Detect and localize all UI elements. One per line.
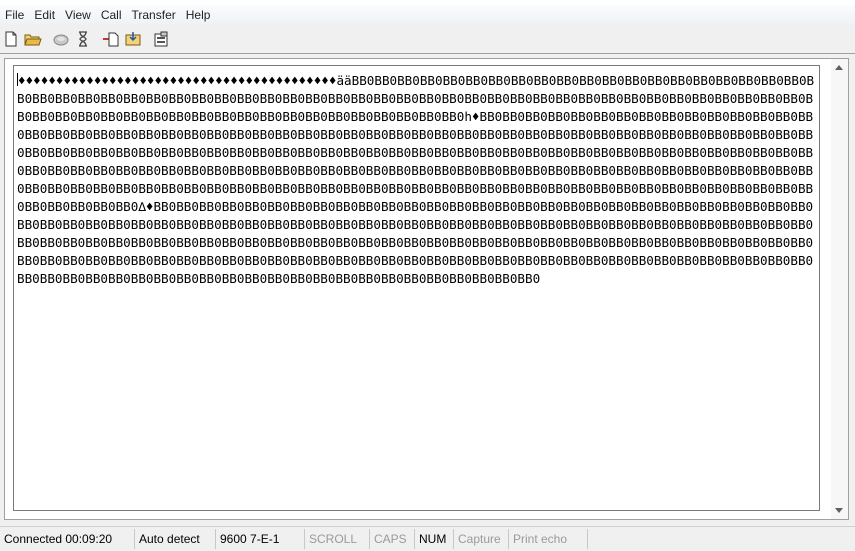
scroll-up-icon[interactable]	[835, 65, 843, 70]
menu-transfer[interactable]: Transfer	[127, 5, 181, 25]
open-folder-icon[interactable]	[22, 28, 44, 50]
menu-edit[interactable]: Edit	[29, 5, 60, 25]
scroll-down-icon[interactable]	[835, 508, 843, 513]
status-caps: CAPS	[370, 529, 415, 549]
terminal-output: ♦♦♦♦♦♦♦♦♦♦♦♦♦♦♦♦♦♦♦♦♦♦♦♦♦♦♦♦♦♦♦♦♦♦♦♦♦♦♦♦…	[14, 66, 819, 288]
status-connection: Connected 00:09:20	[0, 529, 135, 549]
new-file-icon[interactable]	[0, 28, 22, 50]
send-icon[interactable]	[100, 28, 122, 50]
menu-call[interactable]: Call	[96, 5, 127, 25]
vertical-scrollbar[interactable]	[831, 59, 848, 519]
status-scroll: SCROLL	[305, 529, 370, 549]
status-capture: Capture	[454, 529, 509, 549]
status-num: NUM	[415, 529, 454, 549]
terminal-text: ♦♦♦♦♦♦♦♦♦♦♦♦♦♦♦♦♦♦♦♦♦♦♦♦♦♦♦♦♦♦♦♦♦♦♦♦♦♦♦♦…	[17, 73, 815, 286]
status-port-settings: 9600 7-E-1	[216, 529, 305, 549]
menu-file[interactable]: File	[0, 5, 29, 25]
terminal-screen[interactable]: ♦♦♦♦♦♦♦♦♦♦♦♦♦♦♦♦♦♦♦♦♦♦♦♦♦♦♦♦♦♦♦♦♦♦♦♦♦♦♦♦…	[13, 65, 820, 511]
receive-icon[interactable]	[122, 28, 144, 50]
call-icon[interactable]	[50, 28, 72, 50]
status-bar: Connected 00:09:20 Auto detect 9600 7-E-…	[0, 526, 855, 551]
toolbar-separator	[0, 53, 855, 54]
status-auto-detect: Auto detect	[135, 529, 216, 549]
menu-view[interactable]: View	[60, 5, 96, 25]
terminal-window[interactable]: ♦♦♦♦♦♦♦♦♦♦♦♦♦♦♦♦♦♦♦♦♦♦♦♦♦♦♦♦♦♦♦♦♦♦♦♦♦♦♦♦…	[4, 58, 849, 520]
status-print-echo: Print echo	[509, 529, 588, 549]
menu-bar: File Edit View Call Transfer Help	[0, 5, 855, 25]
menu-help[interactable]: Help	[181, 5, 216, 25]
toolbar	[0, 26, 855, 52]
properties-icon[interactable]	[150, 28, 172, 50]
disconnect-icon[interactable]	[72, 28, 94, 50]
